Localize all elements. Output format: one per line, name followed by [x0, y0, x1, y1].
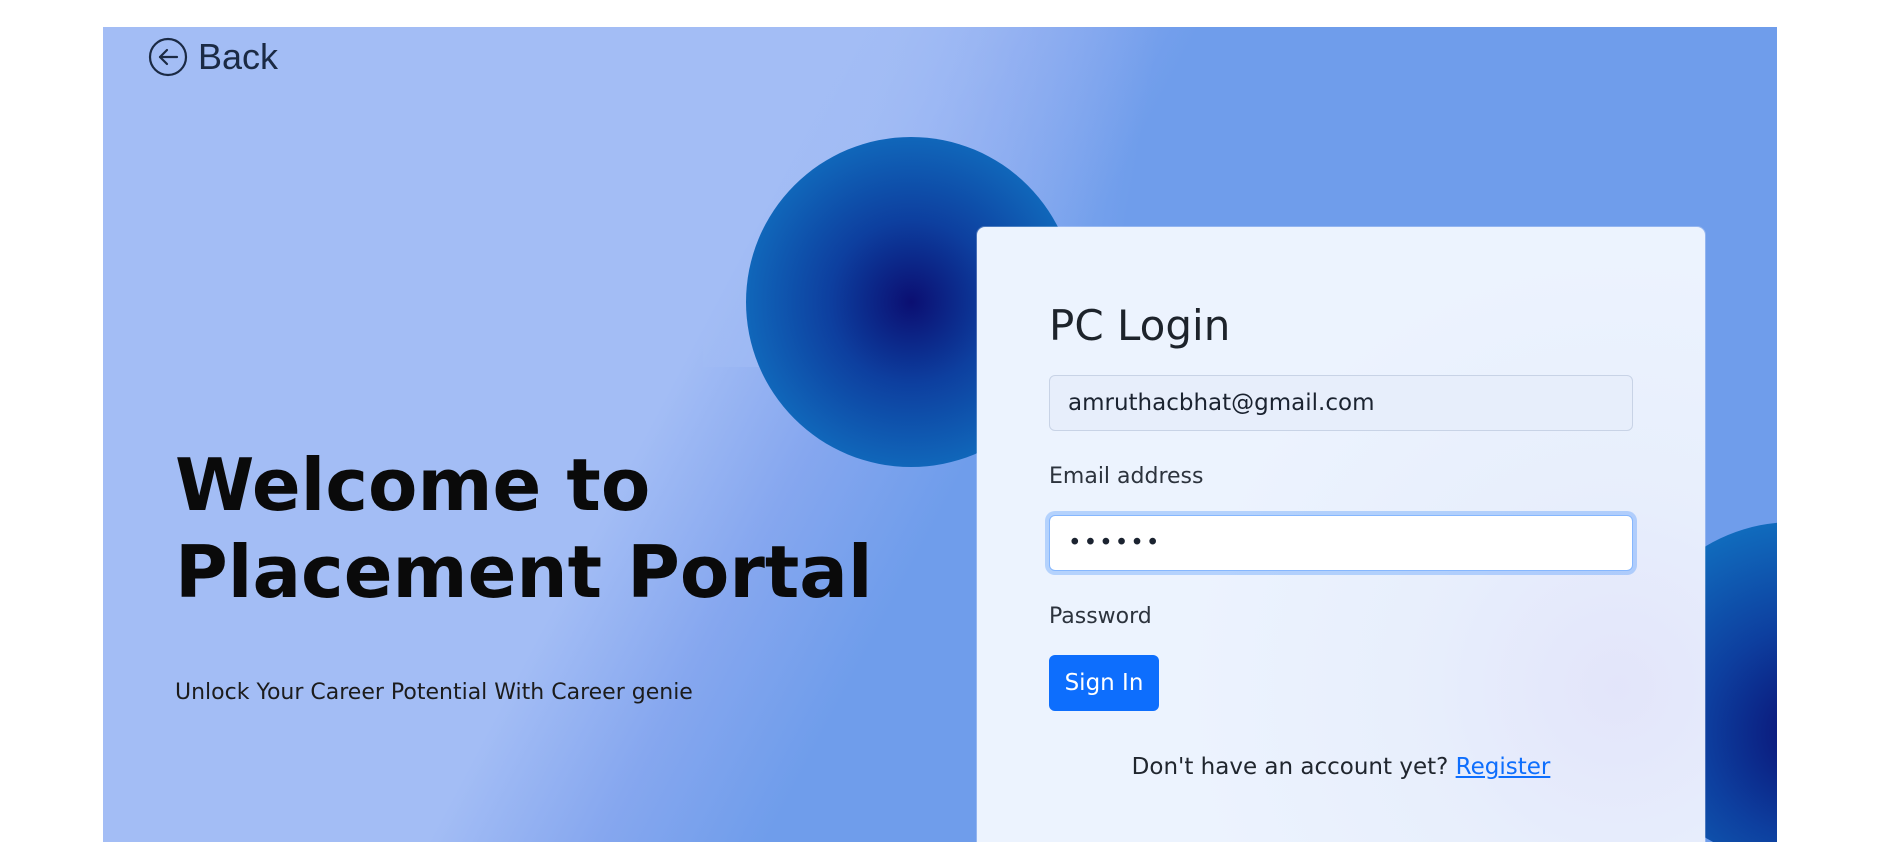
- password-field[interactable]: [1049, 515, 1633, 571]
- sign-in-button[interactable]: Sign In: [1049, 655, 1159, 711]
- login-page: Back Welcome to Placement Portal Unlock …: [103, 27, 1777, 842]
- back-label: Back: [198, 36, 279, 77]
- back-button[interactable]: Back: [148, 36, 278, 78]
- login-title: PC Login: [1049, 301, 1231, 350]
- login-card: PC Login Email address Password Sign In …: [977, 227, 1705, 842]
- arrow-left-circle-icon: [148, 37, 188, 77]
- register-link[interactable]: Register: [1456, 754, 1551, 780]
- register-prompt-text: Don't have an account yet?: [1131, 754, 1449, 780]
- hero-title-line-2: Placement Portal: [175, 530, 873, 614]
- hero-title: Welcome to Placement Portal: [175, 442, 875, 616]
- hero-title-line-1: Welcome to: [175, 443, 651, 527]
- email-field[interactable]: [1049, 375, 1633, 431]
- hero-subtitle: Unlock Your Career Potential With Career…: [175, 680, 693, 705]
- register-prompt: Don't have an account yet? Register: [977, 754, 1705, 780]
- email-label: Email address: [1049, 464, 1204, 489]
- password-label: Password: [1049, 604, 1152, 629]
